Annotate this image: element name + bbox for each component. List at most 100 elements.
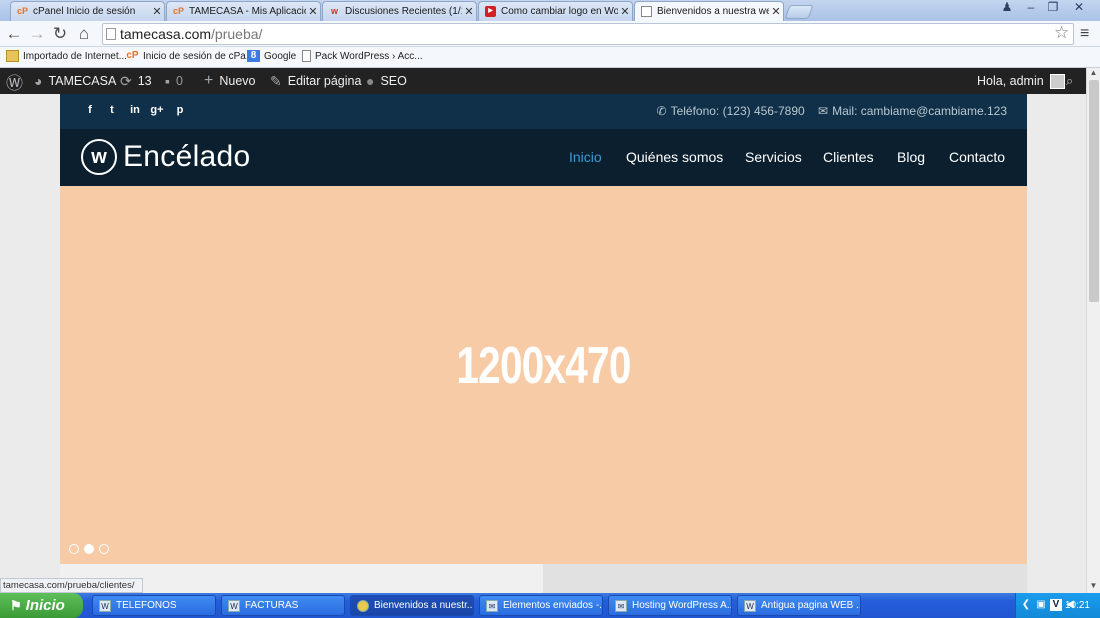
dashboard-icon: ◕ — [34, 73, 43, 89]
scroll-down-icon[interactable]: ▼ — [1087, 581, 1100, 590]
taskbar-item-hosting[interactable]: ✉ Hosting WordPress A... — [608, 595, 732, 616]
tab-label: TAMECASA - Mis Aplicacione — [189, 6, 306, 17]
taskbar-item-telefonos[interactable]: W TELEFONOS — [92, 595, 216, 616]
taskbar-item-elementos-enviados[interactable]: ✉ Elementos enviados -... — [479, 595, 603, 616]
mail-app-icon: ✉ — [486, 599, 498, 612]
user-profile-icon[interactable]: ♟ — [996, 0, 1018, 14]
search-icon[interactable]: ⌕ — [1066, 68, 1073, 94]
url-host: tamecasa.com — [120, 26, 212, 42]
minimize-icon[interactable]: – — [1020, 0, 1042, 14]
my-account-link[interactable]: Hola, admin — [977, 68, 1065, 94]
tab-tamecasa-apps[interactable]: cP TAMECASA - Mis Aplicacione ✕ — [166, 1, 321, 21]
new-content-link[interactable]: + Nuevo — [204, 68, 255, 94]
nav-item-blog[interactable]: Blog — [897, 149, 925, 165]
site-name-link[interactable]: ◕ TAMECASA — [34, 68, 116, 94]
nav-item-quienes-somos[interactable]: Quiénes somos — [626, 149, 723, 165]
windows-flag-icon: ⚑ — [10, 597, 22, 613]
phone-text: Teléfono: (123) 456-7890 — [670, 104, 805, 118]
nav-item-servicios[interactable]: Servicios — [745, 149, 802, 165]
slider-dot[interactable] — [99, 544, 109, 554]
start-button[interactable]: ⚑ Inicio — [0, 593, 83, 618]
slider-dot-active[interactable] — [84, 544, 94, 554]
tray-app-icon[interactable]: V — [1050, 599, 1062, 611]
home-icon[interactable]: ⌂ — [74, 24, 94, 44]
wordpress-logo-icon[interactable]: Ⓦ — [6, 68, 29, 94]
close-icon[interactable]: ✕ — [462, 5, 476, 18]
tab-youtube[interactable]: ▶ Como cambiar logo en Wordi ✕ — [478, 1, 633, 21]
page-viewport: f t in g+ p ✆ Teléfono: (123) 456-7890 ✉ M… — [0, 94, 1086, 593]
tab-label: cPanel Inicio de sesión — [33, 6, 136, 17]
linkedin-icon[interactable]: in — [127, 104, 143, 116]
task-label: TELEFONOS — [116, 600, 177, 611]
site-container: f t in g+ p ✆ Teléfono: (123) 456-7890 ✉ M… — [60, 94, 1027, 593]
pencil-icon: ✎ — [270, 72, 282, 89]
browser-menu-icon[interactable]: ≡ — [1080, 25, 1089, 43]
updates-link[interactable]: ⟳ 13 — [120, 68, 152, 94]
bookmark-pack-wordpress[interactable]: Pack WordPress › Acc... — [302, 50, 423, 62]
tab-discusiones[interactable]: w Discusiones Recientes (1/1) ✕ — [322, 1, 477, 21]
task-label: Elementos enviados -... — [503, 600, 603, 611]
comments-link[interactable]: ▪ 0 — [165, 68, 183, 94]
bookmark-cpanel[interactable]: cP Inicio de sesión de cPa... — [126, 50, 254, 62]
tab-label: Bienvenidos a nuestra web - — [657, 6, 769, 17]
close-icon[interactable]: ✕ — [150, 5, 164, 18]
site-logo[interactable]: w Encélado — [81, 139, 251, 175]
tab-bienvenidos[interactable]: Bienvenidos a nuestra web - ✕ — [634, 1, 784, 21]
task-label: Antigua pagina WEB ... — [761, 600, 861, 611]
bookmark-imported[interactable]: Importado de Internet... — [6, 50, 127, 62]
document-icon: W — [228, 599, 240, 612]
taskbar-item-antigua-pagina[interactable]: W Antigua pagina WEB ... — [737, 595, 861, 616]
cpanel-icon: cP — [173, 6, 185, 16]
tab-label: Discusiones Recientes (1/1) — [345, 6, 462, 17]
document-icon: W — [99, 599, 111, 612]
plus-icon: + — [204, 72, 214, 89]
forward-icon[interactable]: → — [27, 24, 47, 44]
mail-icon: ✉ — [818, 104, 829, 118]
close-icon[interactable]: ✕ — [306, 5, 320, 18]
updates-count: 13 — [137, 74, 152, 88]
nav-item-inicio[interactable]: Inicio — [569, 149, 602, 165]
google-plus-icon[interactable]: g+ — [149, 104, 165, 116]
page-scrollbar[interactable]: ▲ ▼ — [1086, 68, 1100, 593]
bookmark-google[interactable]: 8 Google — [247, 50, 296, 62]
close-icon[interactable]: ✕ — [769, 5, 783, 18]
cpanel-icon: cP — [17, 6, 29, 16]
address-bar[interactable]: tamecasa.com/prueba/ — [102, 23, 1074, 45]
clock: 10:21 — [1064, 600, 1090, 611]
edit-page-link[interactable]: ✎ Editar página — [270, 68, 361, 94]
tray-arrow-icon[interactable]: ❮ — [1020, 599, 1032, 611]
seo-link[interactable]: ● SEO — [366, 68, 407, 94]
pinterest-icon[interactable]: p — [172, 104, 188, 116]
facebook-icon[interactable]: f — [82, 104, 98, 116]
windows-taskbar: ⚑ Inicio W TELEFONOS W FACTURAS Bienvenido… — [0, 593, 1100, 618]
task-label: Hosting WordPress A... — [632, 600, 732, 611]
slider-dot[interactable] — [69, 544, 79, 554]
window-close-icon[interactable]: ✕ — [1068, 0, 1090, 14]
tab-cpanel-login[interactable]: cP cPanel Inicio de sesión ✕ — [10, 1, 165, 21]
taskbar-item-facturas[interactable]: W FACTURAS — [221, 595, 345, 616]
network-icon[interactable]: ▣ — [1035, 599, 1047, 611]
back-icon[interactable]: ← — [4, 24, 24, 44]
reload-icon[interactable]: ↻ — [50, 24, 70, 44]
close-icon[interactable]: ✕ — [618, 5, 632, 18]
restore-icon[interactable]: ❐ — [1042, 0, 1064, 14]
new-label: Nuevo — [219, 74, 256, 88]
scrollbar-thumb[interactable] — [1089, 80, 1099, 302]
chrome-icon — [357, 599, 369, 612]
document-icon: W — [744, 599, 756, 612]
nav-item-contacto[interactable]: Contacto — [949, 149, 1005, 165]
page-icon — [302, 50, 311, 62]
wordpress-forum-icon: w — [330, 6, 338, 16]
google-icon: 8 — [247, 50, 260, 62]
taskbar-item-chrome[interactable]: Bienvenidos a nuestr... — [350, 595, 474, 616]
wp-admin-bar: Ⓦ ◕ TAMECASA ⟳ 13 ▪ 0 + Nuevo ✎ Editar p… — [0, 68, 1086, 94]
bookmark-star-icon[interactable]: ☆ — [1054, 23, 1069, 43]
bookmarks-bar: Importado de Internet... cP Inicio de se… — [0, 47, 1100, 68]
scroll-up-icon[interactable]: ▲ — [1087, 68, 1100, 77]
twitter-icon[interactable]: t — [104, 104, 120, 116]
seo-label: SEO — [380, 74, 407, 88]
logo-mark-icon: w — [81, 139, 117, 175]
main-navigation: w Encélado Inicio Quiénes somos Servicio… — [60, 129, 1027, 186]
nav-item-clientes[interactable]: Clientes — [823, 149, 874, 165]
new-tab-button[interactable] — [784, 5, 814, 19]
